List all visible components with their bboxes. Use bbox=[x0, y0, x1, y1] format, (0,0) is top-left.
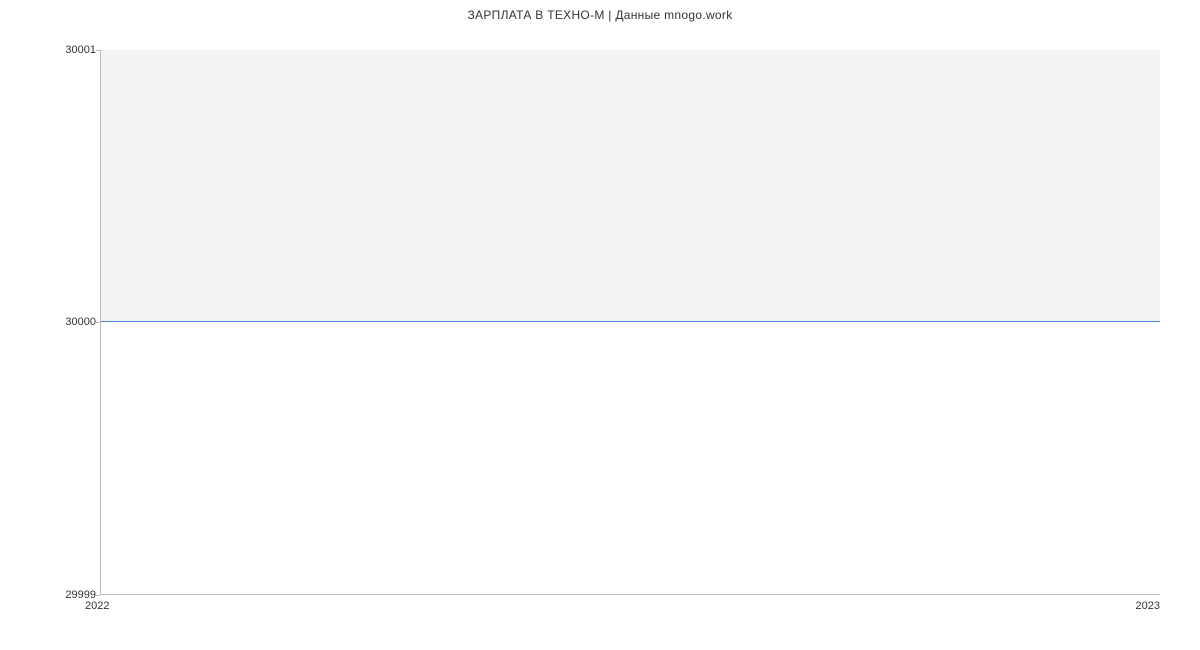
x-tick-label: 2023 bbox=[1136, 600, 1160, 612]
line-series bbox=[101, 321, 1160, 322]
y-tick-label: 30000 bbox=[65, 316, 96, 328]
x-tick-label: 2022 bbox=[85, 600, 109, 612]
y-tick-mark bbox=[96, 595, 100, 596]
y-tick-mark bbox=[96, 322, 100, 323]
plot-area bbox=[100, 50, 1160, 595]
y-tick-mark bbox=[96, 50, 100, 51]
y-tick-label: 30001 bbox=[65, 44, 96, 56]
chart-title: ЗАРПЛАТА В ТЕХНО-М | Данные mnogo.work bbox=[0, 8, 1200, 22]
area-fill bbox=[101, 50, 1160, 322]
